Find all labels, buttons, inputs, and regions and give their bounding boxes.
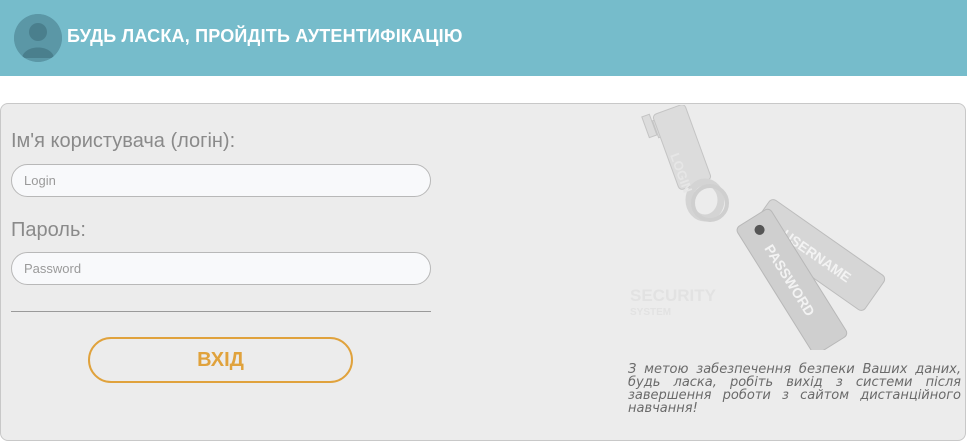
login-button[interactable]: ВХІД — [88, 337, 353, 383]
page-header: БУДЬ ЛАСКА, ПРОЙДІТЬ АУТЕНТИФІКАЦІЮ — [0, 0, 967, 76]
user-avatar-icon — [14, 14, 62, 62]
page-title: БУДЬ ЛАСКА, ПРОЙДІТЬ АУТЕНТИФІКАЦІЮ — [67, 26, 463, 46]
password-input[interactable] — [11, 252, 431, 285]
username-label: Ім'я користувача (логін): — [11, 130, 236, 152]
form-divider — [11, 311, 431, 312]
brand-subtitle: SYSTEM — [630, 307, 671, 318]
security-notice: З метою забезпечення безпеки Ваших даних… — [628, 362, 961, 416]
password-label: Пароль: — [11, 219, 86, 241]
username-input[interactable] — [11, 164, 431, 197]
keys-with-tags-icon: LOGIN USERNAME PASSWORD SECURITY SYSTEM — [630, 105, 886, 350]
brand-title: SECURITY — [630, 286, 717, 305]
